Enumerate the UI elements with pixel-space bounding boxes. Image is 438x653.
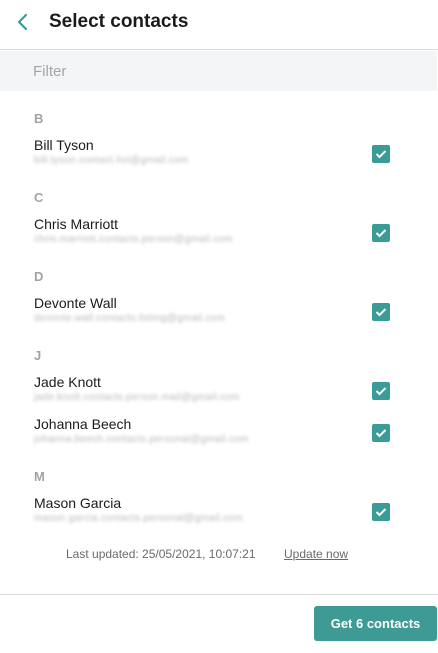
get-contacts-button[interactable]: Get 6 contacts (314, 606, 437, 641)
contact-checkbox-bill-tyson[interactable] (372, 145, 390, 163)
contact-email: jade.knott.contacts.person.mail@gmail.co… (34, 392, 240, 403)
check-icon (375, 308, 387, 317)
contact-email: johanna.beech.contacts.personal@gmail.co… (34, 434, 249, 445)
footer-divider (0, 594, 438, 595)
section-letter-b: B (34, 111, 44, 126)
back-button[interactable] (11, 10, 35, 34)
contact-email: devonte.wall.contacts.listing@gmail.com (34, 313, 226, 324)
contact-name: Devonte Wall (34, 295, 117, 311)
contact-name: Chris Marriott (34, 216, 119, 232)
contact-checkbox-devonte-wall[interactable] (372, 303, 390, 321)
check-icon (375, 387, 387, 396)
contact-name: Mason Garcia (34, 495, 122, 511)
contact-checkbox-mason-garcia[interactable] (372, 503, 390, 521)
check-icon (375, 429, 387, 438)
filter-bar (0, 51, 437, 91)
contact-name: Johanna Beech (34, 416, 132, 432)
contact-name: Bill Tyson (34, 137, 94, 153)
contact-checkbox-johanna-beech[interactable] (372, 424, 390, 442)
section-letter-c: C (34, 190, 44, 205)
contact-name: Jade Knott (34, 374, 101, 390)
section-letter-j: J (34, 348, 42, 363)
filter-input[interactable] (22, 51, 422, 91)
header: Select contacts (0, 0, 438, 50)
chevron-left-icon (17, 13, 28, 31)
check-icon (375, 229, 387, 238)
contact-checkbox-jade-knott[interactable] (372, 382, 390, 400)
section-letter-d: D (34, 269, 44, 284)
check-icon (375, 508, 387, 517)
page-title: Select contacts (49, 11, 189, 32)
last-updated-text: Last updated: 25/05/2021, 10:07:21 (66, 547, 256, 561)
check-icon (375, 150, 387, 159)
contact-email: bill.tyson.contact.list@gmail.com (34, 155, 189, 166)
contact-email: mason.garcia.contacts.personal@gmail.com (34, 513, 243, 524)
contact-email: chris.marriott.contacts.person@gmail.com (34, 234, 233, 245)
section-letter-m: M (34, 469, 45, 484)
update-now-link[interactable]: Update now (284, 547, 348, 561)
contact-checkbox-chris-marriott[interactable] (372, 224, 390, 242)
